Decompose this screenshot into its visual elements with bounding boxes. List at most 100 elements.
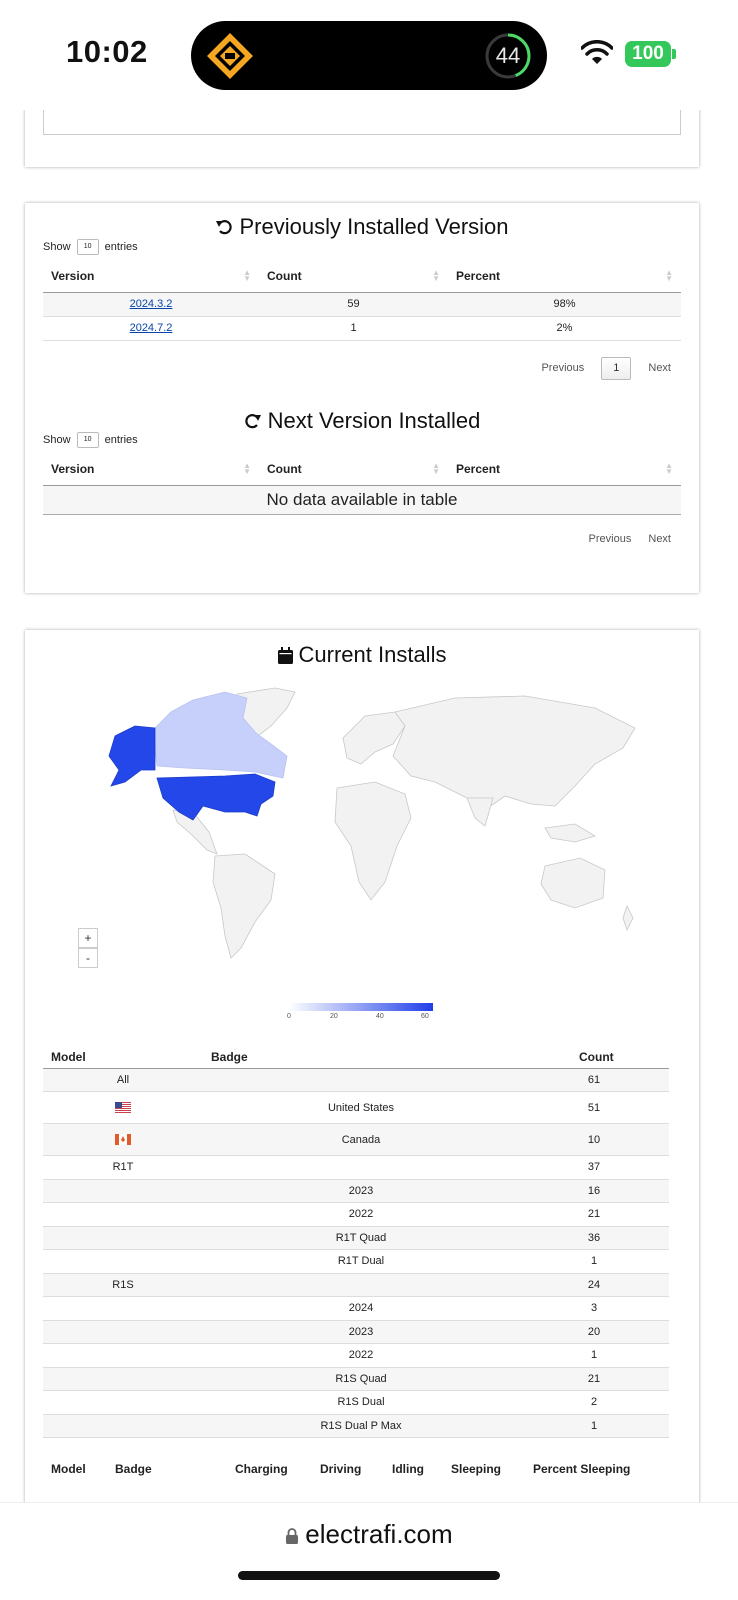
url-display[interactable]: electrafi.com [0,1519,738,1550]
table-row: R1S Dual 2 [43,1390,669,1415]
count-cell: 16 [519,1179,669,1203]
next-button[interactable]: Next [648,362,671,374]
wifi-icon [581,40,613,64]
col-count[interactable]: Count ▲ ▼ [259,261,448,293]
count-cell: 21 [519,1202,669,1227]
next-show-entries: Show 10 entries [43,432,138,448]
prev-entries-select[interactable]: 10 [76,239,99,255]
count-cell: 37 [519,1155,669,1180]
col-badge: Badge [115,1462,152,1476]
badge-cell: 2023 [203,1320,519,1344]
table-row: R1T Dual 1 [43,1249,669,1274]
empty-row: No data available in table [43,485,681,515]
col-badge[interactable]: Badge [203,1046,519,1069]
battery-nub [672,49,676,59]
map-color-legend [289,1003,433,1011]
count-cell: 3 [519,1296,669,1321]
col-count[interactable]: Count ▲ ▼ [259,454,448,486]
model-cell [43,1202,203,1227]
table-row: R1S Quad 21 [43,1367,669,1391]
col-count[interactable]: Count [519,1046,669,1069]
current-installs-card: Current Installs + - 0 20 40 60 Model Ba… [25,630,699,1510]
badge-cell [203,1155,519,1180]
model-cell [43,1179,203,1203]
table-row: R1T Quad 36 [43,1226,669,1250]
next-installed-title: Next Version Installed [25,408,699,434]
battery-indicator: 100 [625,41,671,67]
table-row: 2022 21 [43,1202,669,1227]
page-1-button[interactable]: 1 [601,357,632,380]
col-model[interactable]: Model [43,1046,203,1069]
table-row: R1T 37 [43,1155,669,1180]
entries-label: entries [104,240,138,253]
browser-url-bar[interactable]: electrafi.com [0,1502,738,1600]
version-link[interactable]: 2024.3.2 [130,298,173,310]
table-row: 2023 16 [43,1179,669,1203]
sort-icon: ▲ ▼ [665,461,673,476]
previously-installed-title-text: Previously Installed Version [239,214,509,239]
previous-button[interactable]: Previous [589,533,632,545]
model-cell: R1T [43,1155,203,1180]
entries-label: entries [104,433,138,446]
model-cell: All [43,1068,203,1092]
zoom-out-button[interactable]: - [78,948,98,968]
count-cell: 21 [519,1367,669,1391]
us-flag-icon [115,1102,131,1114]
next-installed-title-text: Next Version Installed [267,408,481,433]
model-cell: R1S [43,1273,203,1297]
sort-icon: ▲ ▼ [243,268,251,283]
model-cell [43,1249,203,1274]
version-link[interactable]: 2024.7.2 [130,322,173,334]
new-zealand-shape [622,904,634,932]
dynamic-island[interactable]: 44 [191,21,547,90]
previous-button[interactable]: Previous [541,362,584,374]
world-map[interactable] [75,686,675,966]
col-driving: Driving [320,1462,362,1476]
india-shape [466,797,494,827]
count-cell: 24 [519,1273,669,1297]
previously-installed-title: Previously Installed Version [25,214,699,240]
ca-flag-icon [115,1134,131,1146]
prev-pager: Previous 1 Next [527,357,671,380]
badge-cell: R1S Dual P Max [203,1414,519,1438]
africa-shape [334,781,412,901]
table-row: 2024.7.2 1 2% [43,316,681,341]
calendar-icon [277,642,293,668]
count-cell: 2 [519,1390,669,1415]
next-button[interactable]: Next [648,533,671,545]
count-cell: 1 [519,1249,669,1274]
col-version[interactable]: Version ▲ ▼ [43,454,259,486]
table-row: Canada 10 [43,1123,669,1156]
col-charging: Charging [235,1462,288,1476]
table-row: 2024.3.2 59 98% [43,292,681,317]
badge-cell: United States [203,1091,519,1124]
table-row: 2024 3 [43,1296,669,1321]
version-cell: 2024.7.2 [43,316,259,341]
col-version[interactable]: Version ▲ ▼ [43,261,259,293]
percent-cell: 2% [448,316,681,341]
table-row: United States 51 [43,1091,669,1124]
count-cell: 10 [519,1123,669,1156]
empty-table-message: No data available in table [43,485,681,515]
table-row: 2023 20 [43,1320,669,1344]
show-label: Show [43,433,71,446]
legend-tick: 0 [287,1013,291,1020]
installs-table: Model Badge Count All 61 United States 51 Ca… [43,1046,669,1438]
model-cell [43,1296,203,1321]
undo-icon [215,214,233,240]
prev-version-table: Version ▲ ▼ Count ▲ ▼ Percent ▲ ▼ 2024.3.2 59 … [43,261,681,341]
badge-cell: 2024 [203,1296,519,1321]
asia-shape [392,695,636,811]
col-percent-sleeping: Percent Sleeping [533,1462,631,1476]
zoom-in-button[interactable]: + [78,928,98,948]
count-cell: 51 [519,1091,669,1124]
next-entries-select[interactable]: 10 [76,432,99,448]
south-america-shape [212,853,276,959]
legend-tick: 20 [330,1013,338,1020]
alaska-shape [108,725,156,787]
status-bar: 10:02 44 100 [0,0,738,110]
col-percent[interactable]: Percent ▲ ▼ [448,261,681,293]
sort-icon: ▲ ▼ [432,461,440,476]
col-percent[interactable]: Percent ▲ ▼ [448,454,681,486]
home-indicator[interactable] [238,1571,500,1580]
